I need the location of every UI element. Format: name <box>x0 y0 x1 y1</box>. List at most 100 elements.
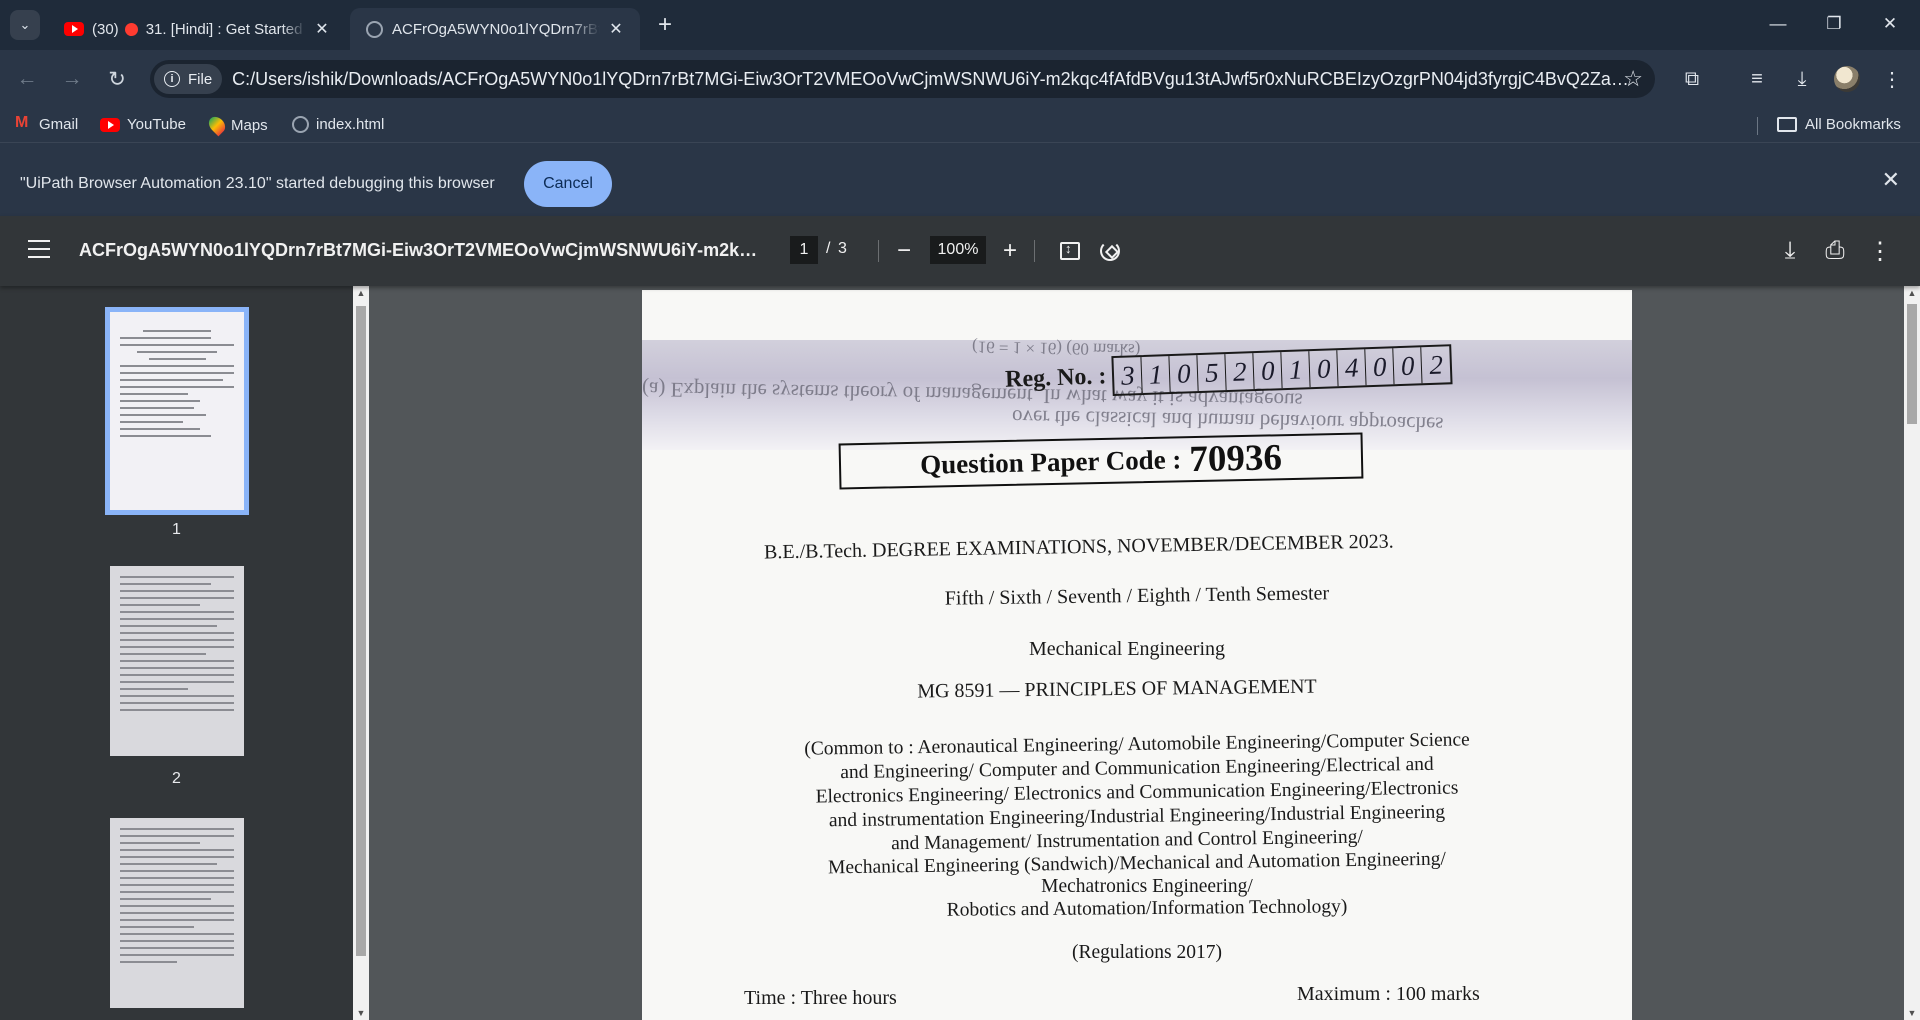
downloads-button[interactable]: ⤓ <box>1785 62 1819 96</box>
rotate-button[interactable] <box>1094 235 1126 267</box>
zoom-in-button[interactable]: + <box>994 235 1026 267</box>
new-tab-button[interactable]: + <box>650 10 680 40</box>
page-thumbnail-1[interactable] <box>105 307 249 515</box>
zoom-input[interactable]: 100% <box>930 236 986 264</box>
tab-close-icon[interactable]: ✕ <box>606 19 626 39</box>
bookmarks-bar: Gmail YouTube Maps index.html All Bookma… <box>0 108 1920 142</box>
bookmark-label: index.html <box>316 116 385 133</box>
extensions-button[interactable]: ⧉ <box>1675 62 1709 96</box>
plus-icon: + <box>1002 237 1017 264</box>
browser-menu-button[interactable]: ⋮ <box>1875 62 1909 96</box>
document-scrollbar[interactable]: ▲ ▼ <box>1904 286 1920 1020</box>
page-thumbnail-3[interactable] <box>110 818 244 1008</box>
bookmark-star-icon[interactable]: ☆ <box>1623 66 1643 92</box>
reg-digit: 1 <box>1281 351 1311 389</box>
puzzle-icon: ⧉ <box>1684 67 1700 90</box>
bookmarks-divider <box>1757 117 1758 135</box>
profile-button[interactable] <box>1830 62 1864 96</box>
forward-button[interactable]: → <box>55 62 89 96</box>
reg-digit: 3 <box>1113 357 1143 394</box>
thumbnail-label: 1 <box>172 521 181 538</box>
toolbar-divider <box>1034 240 1035 262</box>
tab-pdf[interactable]: ACFrOgA5WYN0o1lYQDrn7rBt7MGi-Eiw3OrT2VME… <box>350 8 640 50</box>
semester-line: Fifth / Sixth / Seventh / Eighth / Tenth… <box>944 582 1330 610</box>
bookmark-youtube[interactable]: YouTube <box>100 116 186 133</box>
scroll-up-arrow-icon[interactable]: ▲ <box>353 288 369 298</box>
branch-line: Mechanical Engineering <box>1028 638 1226 660</box>
arrow-left-icon: ← <box>16 67 38 90</box>
scroll-up-arrow-icon[interactable]: ▲ <box>1904 288 1920 298</box>
tab-count: (30) <box>92 20 119 38</box>
bookmark-label: YouTube <box>127 116 186 133</box>
tab-youtube[interactable]: (30) 31. [Hindi] : Get Started with UiPa… <box>50 8 346 50</box>
sidebar-scrollbar[interactable]: ▲ ▼ <box>353 286 369 1020</box>
chevron-down-icon: ⌄ <box>19 17 31 32</box>
menu-icon[interactable] <box>28 240 50 258</box>
minus-icon: − <box>896 237 911 264</box>
scroll-down-arrow-icon[interactable]: ▼ <box>353 1008 369 1018</box>
restore-button[interactable]: ❐ <box>1806 0 1862 48</box>
folder-icon <box>1777 117 1797 132</box>
all-bookmarks-button[interactable]: All Bookmarks <box>1777 116 1901 133</box>
reg-digit: 4 <box>1337 349 1367 387</box>
restore-icon: ❐ <box>1826 14 1842 33</box>
youtube-favicon-icon <box>64 19 84 39</box>
pdf-document-view[interactable]: (16 = 1 × 16) (60 marks) (a) Explain the… <box>369 286 1904 1020</box>
download-icon: ⤓ <box>1797 67 1807 90</box>
youtube-icon <box>100 117 120 132</box>
reload-icon: ↻ <box>108 67 126 91</box>
toolbar-divider <box>878 240 879 262</box>
browser-toolbar: ← → ↻ i File C:/Users/ishik/Downloads/AC… <box>0 50 1920 108</box>
site-info-chip[interactable]: i File <box>154 64 223 94</box>
tab-search-button[interactable]: ⌄ <box>10 10 40 40</box>
scroll-down-arrow-icon[interactable]: ▼ <box>1904 1008 1920 1018</box>
qpc-code: 70936 <box>1188 436 1283 480</box>
bookmark-label: Maps <box>231 116 268 134</box>
qpc-label: Question Paper Code : <box>919 443 1182 480</box>
time-line: Time : Three hours <box>744 987 897 1009</box>
bookmark-index-html[interactable]: index.html <box>292 116 384 133</box>
gmail-icon <box>15 114 32 132</box>
bookmark-maps[interactable]: Maps <box>205 113 268 137</box>
site-info-label: File <box>188 70 213 88</box>
close-window-button[interactable]: ✕ <box>1862 0 1918 48</box>
page-total: 3 <box>838 240 847 257</box>
reload-button[interactable]: ↻ <box>100 62 134 96</box>
tab-strip: ⌄ (30) 31. [Hindi] : Get Started with Ui… <box>0 0 1920 50</box>
reg-digit: 1 <box>1141 356 1171 394</box>
fit-page-icon <box>1060 241 1080 260</box>
scrollbar-thumb[interactable] <box>1907 304 1917 424</box>
info-icon: i <box>164 71 180 87</box>
zoom-out-button[interactable]: − <box>888 235 920 267</box>
bookmark-gmail[interactable]: Gmail <box>15 114 79 133</box>
more-vertical-icon: ⋮ <box>1882 68 1902 91</box>
bookmark-label: Gmail <box>39 116 79 133</box>
back-button[interactable]: ← <box>10 62 44 96</box>
exam-title: B.E./B.Tech. DEGREE EXAMINATIONS, NOVEMB… <box>763 530 1394 564</box>
scrollbar-thumb[interactable] <box>356 306 366 956</box>
print-button[interactable]: ⎙ <box>1819 235 1851 267</box>
download-button[interactable]: ⤓ <box>1774 235 1806 267</box>
page-number-input[interactable]: 1 <box>790 236 818 264</box>
avatar <box>1834 66 1860 92</box>
fit-to-page-button[interactable] <box>1054 235 1086 267</box>
address-bar[interactable]: i File C:/Users/ishik/Downloads/ACFrOgA5… <box>150 60 1655 98</box>
cancel-button[interactable]: Cancel <box>524 161 612 207</box>
close-infobar-icon[interactable]: ✕ <box>1882 167 1900 193</box>
globe-favicon-icon <box>364 19 384 39</box>
reg-digit: 0 <box>1309 350 1339 388</box>
media-controls-button[interactable]: ≡ <box>1740 62 1774 96</box>
tab-title: ACFrOgA5WYN0o1lYQDrn7rBt7MGi-Eiw3OrT2VME… <box>392 20 600 38</box>
tab-close-icon[interactable]: ✕ <box>312 19 332 39</box>
more-actions-button[interactable]: ⋮ <box>1864 235 1896 267</box>
reg-digit: 0 <box>1365 348 1395 386</box>
page-thumbnail-2[interactable] <box>110 566 244 756</box>
reg-digit: 5 <box>1197 354 1227 392</box>
url-text[interactable]: C:/Users/ishik/Downloads/ACFrOgA5WYN0o1l… <box>232 69 1632 90</box>
subject-line: MG 8591 — PRINCIPLES OF MANAGEMENT <box>917 675 1317 703</box>
globe-icon <box>292 116 309 133</box>
download-icon: ⤓ <box>1784 237 1796 264</box>
minimize-button[interactable]: — <box>1750 0 1806 48</box>
pdf-title: ACFrOgA5WYN0o1lYQDrn7rBt7MGi-Eiw3OrT2VME… <box>79 240 763 260</box>
reg-digit: 0 <box>1169 355 1199 393</box>
